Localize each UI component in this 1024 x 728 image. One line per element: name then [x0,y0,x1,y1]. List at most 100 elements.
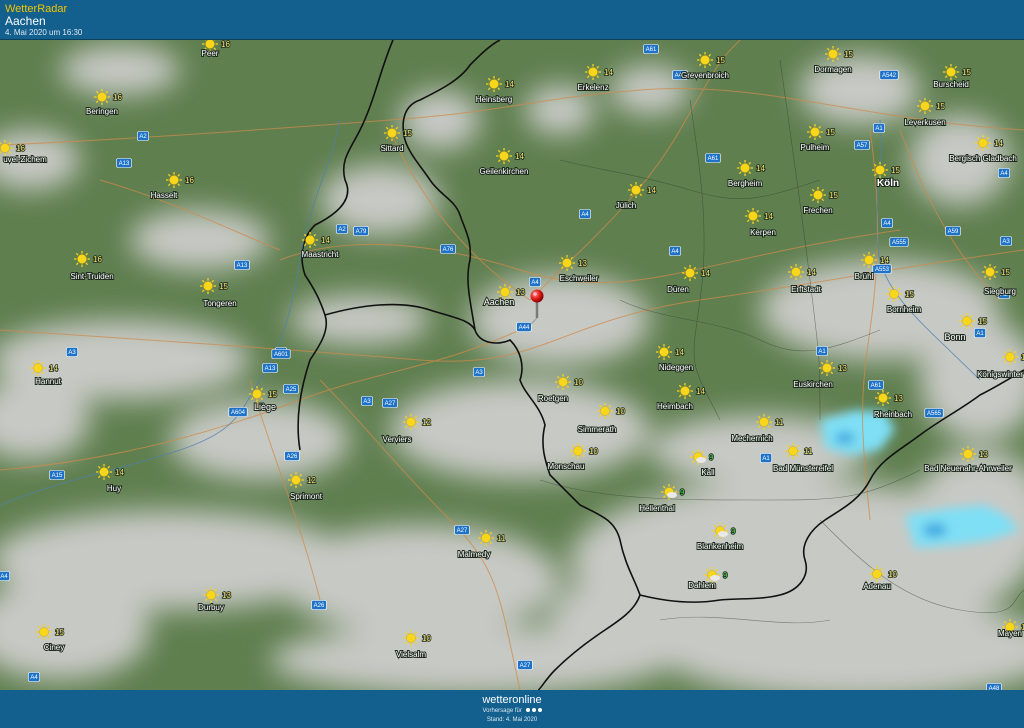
sun-icon [982,264,998,280]
road-shield: A13 [116,158,132,168]
sun-icon [597,403,613,419]
sun-icon [403,630,419,646]
road-shield: A79 [353,226,369,236]
sun-icon [200,278,216,294]
sun-icon [819,360,835,376]
city-temperature: 10 [574,378,583,387]
city-temperature: 15 [716,56,725,65]
sun-icon [960,446,976,462]
city-name: Monschau [548,462,585,471]
city-name: Bornheim [887,305,922,314]
city-temperature: 15 [829,191,838,200]
city-name: Bergheim [728,179,763,188]
road-shield: A27 [382,398,398,408]
city-temperature: 11 [804,447,813,456]
city-name: Düren [667,285,689,294]
city-temperature: 16 [185,176,194,185]
road-shield-label: A1 [818,349,826,355]
city-name: Hannut [35,377,62,386]
sun-icon [875,390,891,406]
cloud-sun-icon [661,484,677,500]
city-temperature: 12 [422,418,431,427]
dot-icon [525,708,530,713]
road-shield: A15 [49,470,65,480]
road-shield: A4 [669,246,681,256]
road-shield-label: A57 [857,143,868,149]
road-shield: A1 [760,453,772,463]
road-shield-label: A4 [0,574,8,580]
city-name: Dahlem [688,581,716,590]
city-temperature: 13 [979,450,988,459]
city-temperature: 9 [709,453,714,462]
city-temperature: 16 [113,93,122,102]
location-title: Aachen [5,14,46,28]
road-shield: A13 [262,363,278,373]
sun-icon [570,443,586,459]
city-name: Heinsberg [476,95,512,104]
sun-icon [756,414,772,430]
cloud-sun-icon [690,449,706,465]
city-temperature: 14 [515,152,524,161]
forecast-valid: Vorhersage für [0,708,1024,714]
road-shield: A4 [529,277,541,287]
city-temperature: 10 [422,634,431,643]
road-shield-label: A2 [139,134,147,140]
city-temperature: 15 [905,290,914,299]
sun-icon [677,383,693,399]
road-shield-label: A3 [475,370,483,376]
sun-icon [74,251,90,267]
road-shield: A1 [974,328,986,338]
road-shield: A61 [643,44,659,54]
road-shield: A3 [473,367,485,377]
road-shield: A2 [137,131,149,141]
road-shield-label: A1 [976,331,984,337]
sun-icon [825,46,841,62]
sun-icon [203,587,219,603]
city-name: uvel-Zichem [3,155,47,164]
sun-icon [249,386,265,402]
road-shield: A555 [889,237,909,247]
city-name: Dormagen [814,65,851,74]
sun-icon [555,374,571,390]
city-temperature: 14 [604,68,613,77]
road-shield: A3 [1000,236,1012,246]
sun-icon [917,98,933,114]
sun-icon [943,64,959,80]
road-shield-label: A4 [581,212,589,218]
city-name: Brühl [855,272,874,281]
sun-icon [737,160,753,176]
city-temperature: 15 [219,282,228,291]
city-name: Hasselt [151,191,178,200]
sun-icon [628,182,644,198]
road-shield-label: A26 [314,603,325,609]
road-shield-label: A76 [443,247,454,253]
road-shield-label: A4 [1000,171,1008,177]
city-temperature: 14 [321,236,330,245]
road-shield: A59 [945,226,961,236]
dot-icon [531,708,536,713]
city-temperature: 10 [589,447,598,456]
sun-icon [94,89,110,105]
city-temperature: 15 [936,102,945,111]
road-shield-label: A59 [948,229,959,235]
sun-icon [975,135,991,151]
sun-icon [403,414,419,430]
city-name: Erftstadt [791,285,822,294]
city-temperature: 14 [701,269,710,278]
city-name: Tongeren [203,299,236,308]
radar-map[interactable]: A61 A46 A542 A2 A1 A57 A13 A61 A3 A4 A2 A79 A76 A44 A4… [0,40,1024,690]
sun-icon [36,624,52,640]
city-temperature: 14 [764,212,773,221]
city-name: Verviers [383,435,412,444]
city-temperature: 12 [307,476,316,485]
road-shield-label: A4 [531,280,539,286]
road-shield: A565 [924,408,944,418]
city-temperature: 13 [894,394,903,403]
road-shield-label: A61 [871,383,882,389]
city-name: Sittard [380,144,403,153]
sun-icon [96,464,112,480]
city-temperature: 15 [268,390,277,399]
road-shield: A1 [816,346,828,356]
road-shield: A4 [998,168,1010,178]
road-shield-label: A13 [265,366,276,372]
